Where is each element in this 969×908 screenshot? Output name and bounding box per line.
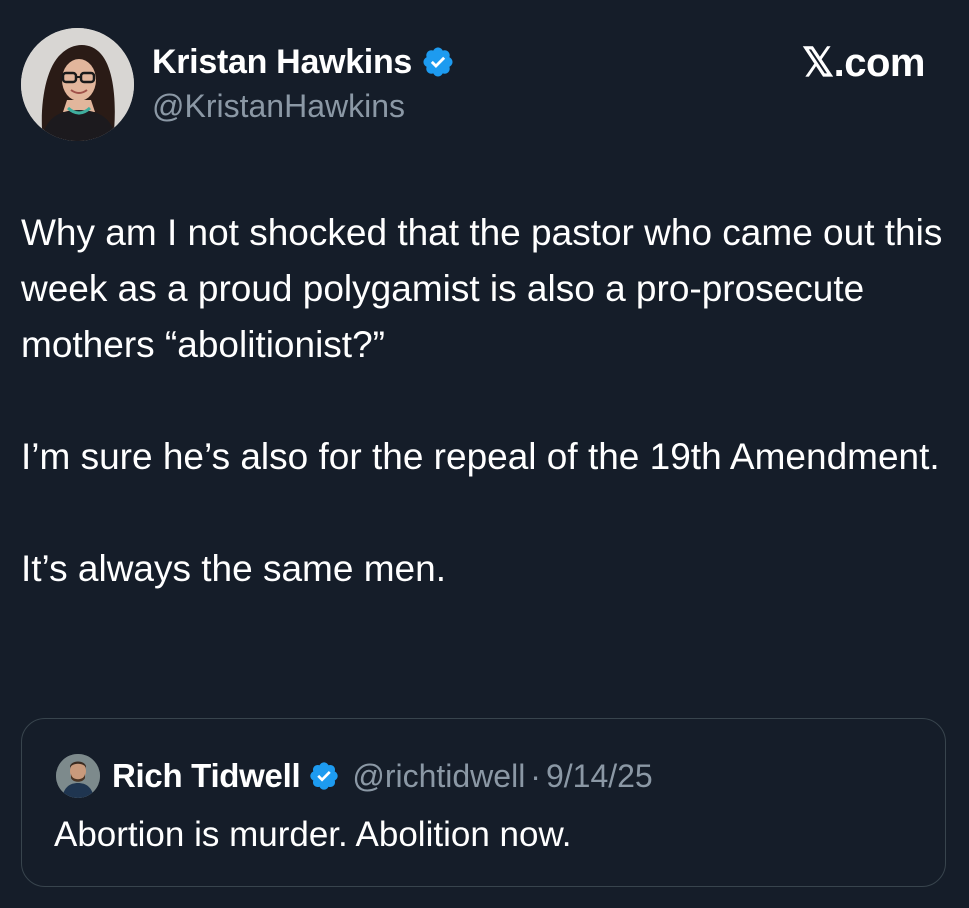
quoted-tweet-card[interactable]: Rich Tidwell @richtidwell · 9/14/25 Abor… [21,718,946,887]
author-name-row: Kristan Hawkins [152,40,455,84]
author-handle[interactable]: @KristanHawkins [152,88,405,125]
profile-photo-icon [21,28,134,141]
quoted-tweet-date[interactable]: 9/14/25 [546,758,653,795]
quoted-author-avatar[interactable] [56,754,100,798]
separator-dot: · [530,757,541,794]
x-com-brand: 𝕏.com [801,41,926,85]
author-avatar[interactable] [21,28,134,141]
tweet-body: Why am I not shocked that the pastor who… [21,205,956,597]
quoted-author-handle[interactable]: @richtidwell [352,758,525,795]
quoted-author-name[interactable]: Rich Tidwell [112,757,301,795]
verified-badge-icon [423,47,453,77]
quoted-profile-photo-icon [56,754,100,798]
quoted-verified-badge-icon [310,762,338,790]
tweet-paragraph: Why am I not shocked that the pastor who… [21,212,953,365]
tweet-paragraph: It’s always the same men. [21,548,446,589]
tweet-paragraph: I’m sure he’s also for the repeal of the… [21,436,940,477]
quoted-tweet-header: Rich Tidwell @richtidwell · 9/14/25 [56,752,653,800]
quoted-tweet-text: Abortion is murder. Abolition now. [54,815,572,854]
author-name[interactable]: Kristan Hawkins [152,43,412,82]
